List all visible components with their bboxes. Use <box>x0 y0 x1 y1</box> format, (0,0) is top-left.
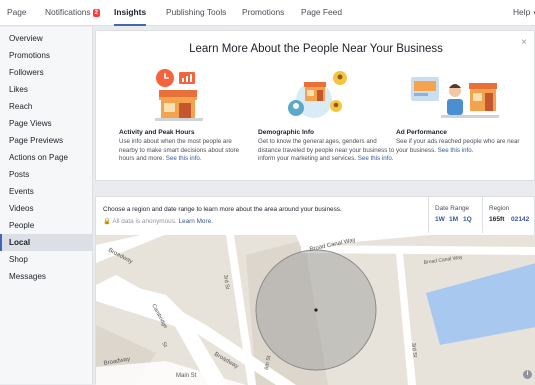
sidebar-item-videos[interactable]: Videos <box>0 200 92 217</box>
ad-performance-heading: Ad Performance <box>396 129 447 136</box>
map-canvas[interactable]: Broad Canal Way Broad Canal Way Broadway… <box>96 235 535 385</box>
map-info-icon[interactable]: i <box>523 370 532 379</box>
lock-icon: 🔒 <box>103 218 111 225</box>
local-insights-panel: Choose a region and date range to learn … <box>95 196 535 385</box>
ad-performance-info: Ad Performance See if your ads reached p… <box>396 129 526 155</box>
tab-page[interactable]: Page <box>7 0 27 26</box>
region-radius: 165ft <box>489 216 505 223</box>
region-label: Region <box>489 205 510 212</box>
learn-more-title: Learn More About the People Near Your Bu… <box>189 43 443 55</box>
business-location-marker <box>314 308 318 312</box>
tab-page-feed[interactable]: Page Feed <box>301 0 342 26</box>
sidebar-item-events[interactable]: Events <box>0 183 92 200</box>
sidebar-item-reach[interactable]: Reach <box>0 98 92 115</box>
demographic-illustration <box>288 71 347 118</box>
tab-promotions-label: Promotions <box>242 7 285 17</box>
sidebar-item-actions-on-page[interactable]: Actions on Page <box>0 149 92 166</box>
demographic-see-info-link[interactable]: See this info. <box>358 155 394 162</box>
ad-performance-see-info-link[interactable]: See this info. <box>438 147 474 154</box>
demographic-info: Demographic Info Get to know the general… <box>258 129 398 163</box>
top-navigation: Page Notifications 2 Insights Publishing … <box>0 0 535 26</box>
activity-peak-hours-info: Activity and Peak Hours Use info about w… <box>119 129 241 163</box>
sidebar-item-page-previews[interactable]: Page Previews <box>0 132 92 149</box>
sidebar-item-people[interactable]: People <box>0 217 92 234</box>
activity-heading: Activity and Peak Hours <box>119 129 195 136</box>
tab-insights[interactable]: Insights <box>114 0 147 26</box>
activity-see-info-link[interactable]: See this info. <box>166 155 202 162</box>
sidebar-item-local[interactable]: Local <box>0 234 92 251</box>
sidebar-item-promotions[interactable]: Promotions <box>0 47 92 64</box>
region-selector: Region 165ft 02142 <box>482 197 535 233</box>
demographic-heading: Demographic Info <box>258 129 315 136</box>
close-icon[interactable]: × <box>521 37 527 48</box>
tab-publishing-tools-label: Publishing Tools <box>166 7 227 17</box>
region-zip[interactable]: 02142 <box>511 216 529 223</box>
sidebar-item-messages[interactable]: Messages <box>0 268 92 285</box>
help-menu[interactable]: Help▼ <box>513 0 535 26</box>
anonymous-notice: 🔒 All data is anonymous. Learn More. <box>103 217 213 225</box>
help-label: Help <box>513 7 531 17</box>
date-range-1m[interactable]: 1M <box>449 216 458 223</box>
tab-publishing-tools[interactable]: Publishing Tools <box>166 0 226 26</box>
sidebar-item-overview[interactable]: Overview <box>0 30 92 47</box>
tab-notifications[interactable]: Notifications 2 <box>45 0 100 26</box>
sidebar-item-posts[interactable]: Posts <box>0 166 92 183</box>
store-clock-illustration <box>155 69 203 121</box>
sidebar-item-shop[interactable]: Shop <box>0 251 92 268</box>
tab-insights-label: Insights <box>114 7 147 17</box>
date-range-1q[interactable]: 1Q <box>463 216 472 223</box>
date-range-selector: Date Range 1W 1M 1Q <box>428 197 482 233</box>
date-range-1w[interactable]: 1W <box>435 216 445 223</box>
tab-notifications-label: Notifications <box>45 7 91 17</box>
street-label: Main St <box>176 373 197 379</box>
notification-count-badge: 2 <box>92 9 100 17</box>
tab-page-label: Page <box>7 7 27 17</box>
region-prompt: Choose a region and date range to learn … <box>103 206 342 213</box>
insights-sidebar: Overview Promotions Followers Likes Reac… <box>0 27 93 384</box>
tab-promotions[interactable]: Promotions <box>242 0 284 26</box>
learn-more-card: Learn More About the People Near Your Bu… <box>95 30 535 181</box>
ad-performance-illustration <box>411 77 499 118</box>
local-map[interactable]: Broad Canal Way Broad Canal Way Broadway… <box>96 235 535 385</box>
sidebar-item-page-views[interactable]: Page Views <box>0 115 92 132</box>
sidebar-item-likes[interactable]: Likes <box>0 81 92 98</box>
tab-page-feed-label: Page Feed <box>301 7 342 17</box>
sidebar-item-followers[interactable]: Followers <box>0 64 92 81</box>
learn-more-link[interactable]: Learn More. <box>178 218 212 225</box>
anonymous-text: All data is anonymous. <box>112 218 177 225</box>
date-range-label: Date Range <box>435 205 470 212</box>
